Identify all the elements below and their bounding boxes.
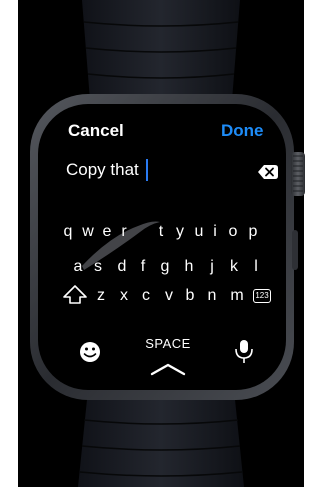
key-b[interactable]: b [186, 288, 195, 304]
key-c[interactable]: c [142, 288, 150, 304]
key-n[interactable]: n [208, 288, 217, 304]
key-k[interactable]: k [230, 259, 238, 275]
key-y[interactable]: y [176, 224, 184, 240]
side-button [292, 230, 298, 270]
key-s[interactable]: s [94, 259, 102, 275]
space-key[interactable]: SPACE [145, 337, 191, 350]
done-button[interactable]: Done [221, 122, 264, 139]
text-input-value[interactable]: Copy that [66, 161, 139, 178]
key-f[interactable]: f [141, 259, 145, 275]
key-i[interactable]: i [213, 224, 217, 240]
key-p[interactable]: p [249, 224, 258, 240]
numbers-key[interactable]: 123 [253, 289, 271, 303]
photo-stage: Cancel Done Copy that q w e r t y u i o … [0, 0, 320, 487]
key-z[interactable]: z [97, 288, 105, 304]
key-q[interactable]: q [64, 224, 73, 240]
key-l[interactable]: l [254, 259, 258, 275]
emoji-icon [80, 342, 100, 362]
key-d[interactable]: d [118, 259, 127, 275]
watch-photo [0, 0, 320, 487]
key-u[interactable]: u [195, 224, 204, 240]
key-v[interactable]: v [165, 288, 173, 304]
key-h[interactable]: h [185, 259, 194, 275]
key-t[interactable]: t [159, 224, 163, 240]
text-cursor [146, 159, 148, 181]
key-e[interactable]: e [103, 224, 112, 240]
digital-crown [291, 152, 305, 196]
key-g[interactable]: g [161, 259, 170, 275]
key-a[interactable]: a [74, 259, 83, 275]
key-j[interactable]: j [210, 259, 214, 275]
key-m[interactable]: m [230, 288, 243, 304]
key-x[interactable]: x [120, 288, 128, 304]
key-r[interactable]: r [121, 224, 126, 240]
key-w[interactable]: w [82, 224, 94, 240]
cancel-button[interactable]: Cancel [68, 122, 124, 139]
watch-band-bottom [78, 390, 244, 487]
key-o[interactable]: o [229, 224, 238, 240]
